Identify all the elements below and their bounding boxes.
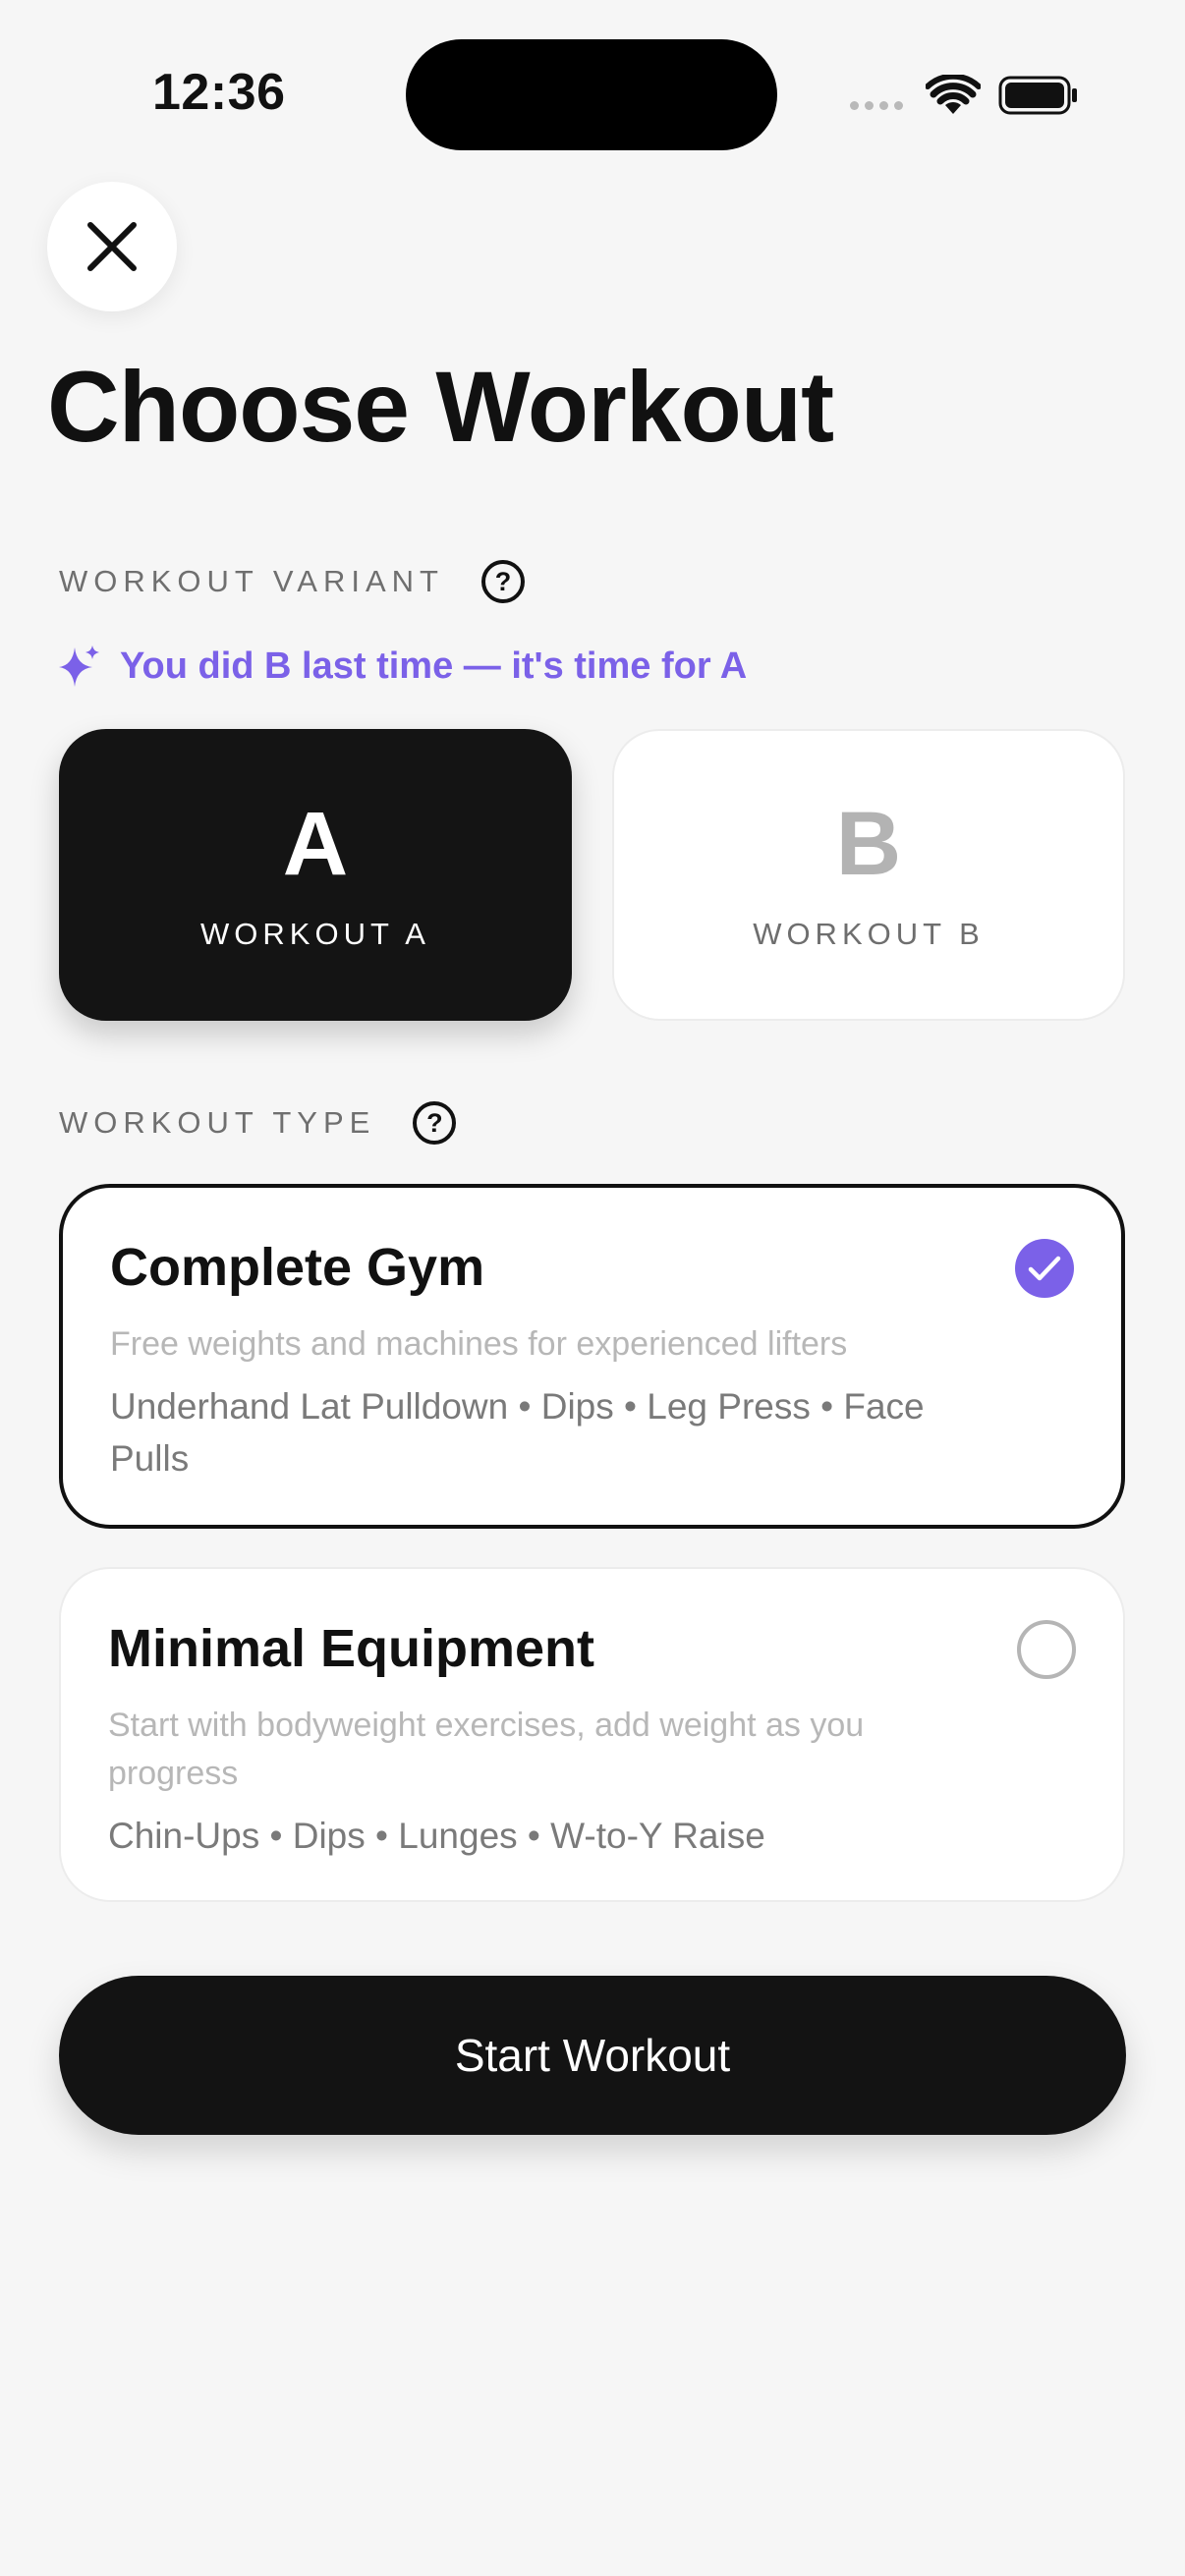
variant-hint: You did B last time — it's time for A	[59, 644, 747, 689]
variant-a-card[interactable]: A WORKOUT A	[59, 729, 572, 1021]
sparkle-icon	[59, 645, 99, 687]
cellular-signal-icon	[850, 101, 903, 110]
type-exercises: Underhand Lat Pulldown • Dips • Leg Pres…	[110, 1386, 925, 1480]
variant-a-name: WORKOUT A	[200, 916, 430, 951]
type-description: Free weights and machines for experience…	[110, 1325, 848, 1364]
checkmark-icon	[1028, 1256, 1061, 1281]
type-section-header: WORKOUT TYPE ?	[59, 1101, 457, 1145]
type-description: Start with bodyweight exercises, add wei…	[108, 1707, 865, 1793]
battery-icon	[998, 76, 1077, 115]
variant-a-letter: A	[282, 793, 349, 894]
radio-selected[interactable]	[1015, 1239, 1074, 1298]
variant-b-card[interactable]: B WORKOUT B	[612, 729, 1125, 1021]
type-card-complete-gym[interactable]: Complete Gym Free weights and machines f…	[59, 1184, 1125, 1529]
variant-b-name: WORKOUT B	[753, 916, 985, 951]
page-title: Choose Workout	[47, 351, 834, 463]
variant-b-letter: B	[835, 793, 902, 894]
wifi-icon	[926, 75, 981, 114]
type-title: Minimal Equipment	[108, 1619, 595, 1678]
close-icon	[87, 222, 137, 271]
variant-help-icon[interactable]: ?	[480, 560, 525, 603]
status-time: 12:36	[152, 64, 286, 121]
type-section-label: WORKOUT TYPE	[59, 1105, 376, 1140]
variant-hint-text: You did B last time — it's time for A	[120, 644, 748, 687]
type-card-minimal-equipment[interactable]: Minimal Equipment Start with bodyweight …	[59, 1567, 1125, 1902]
variant-section-header: WORKOUT VARIANT ?	[59, 560, 525, 603]
radio-unselected[interactable]	[1017, 1620, 1076, 1679]
type-help-icon[interactable]: ?	[413, 1101, 457, 1145]
dynamic-island	[406, 39, 777, 150]
start-workout-button[interactable]: Start Workout	[59, 1976, 1126, 2135]
close-button[interactable]	[47, 182, 177, 311]
type-title: Complete Gym	[110, 1238, 485, 1297]
variant-section-label: WORKOUT VARIANT	[59, 564, 444, 598]
type-exercises: Chin-Ups • Dips • Lunges • W-to-Y Raise	[108, 1816, 765, 1857]
